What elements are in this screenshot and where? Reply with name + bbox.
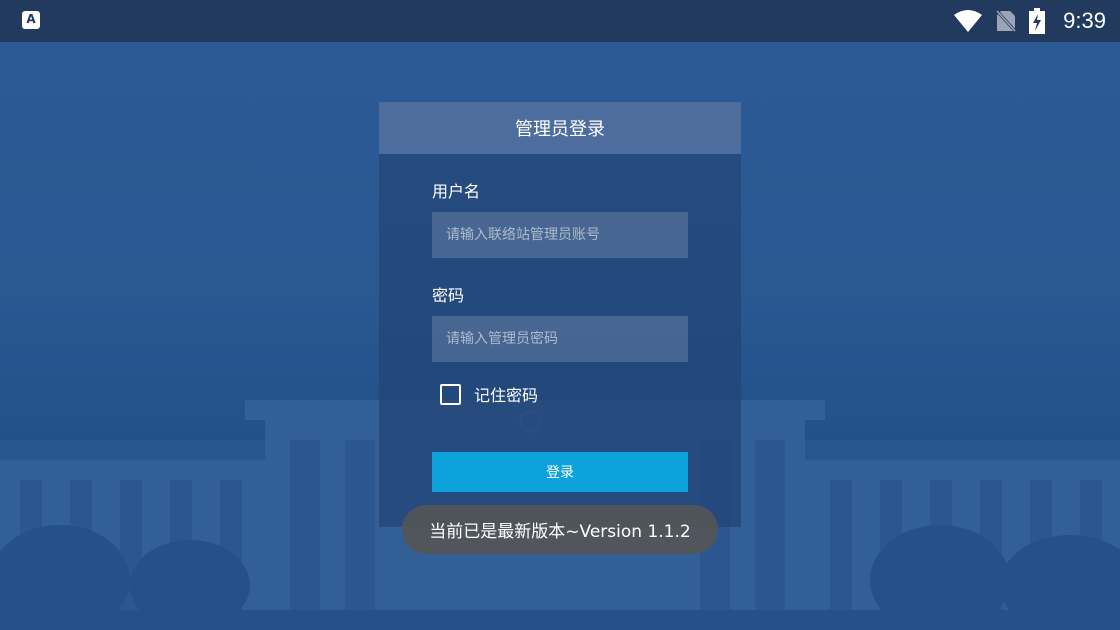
- remember-password-checkbox[interactable]: [440, 383, 461, 405]
- login-screen: A 9:39 管理员登录 用户名 密码 记住密码: [0, 0, 1120, 630]
- remember-password-label[interactable]: 记住密码: [474, 382, 538, 406]
- status-icons: 9:39: [953, 0, 1106, 42]
- status-clock: 9:39: [1063, 8, 1106, 33]
- wifi-icon: [954, 10, 983, 32]
- version-toast: 当前已是最新版本~Version 1.1.2: [402, 505, 718, 554]
- password-label: 密码: [432, 286, 465, 305]
- username-input[interactable]: [432, 212, 688, 258]
- status-bar: A 9:39: [0, 0, 1120, 42]
- username-label: 用户名: [432, 182, 481, 201]
- remember-password-row[interactable]: 记住密码: [440, 382, 538, 406]
- login-button[interactable]: 登录: [432, 452, 688, 492]
- login-card: 管理员登录 用户名 密码 记住密码 登录: [379, 102, 741, 527]
- login-card-title: 管理员登录: [379, 102, 741, 154]
- battery-charging-icon: [1029, 8, 1046, 34]
- password-input[interactable]: [432, 316, 688, 362]
- app-notification-icon: A: [22, 11, 40, 29]
- no-sim-icon: [995, 9, 1018, 33]
